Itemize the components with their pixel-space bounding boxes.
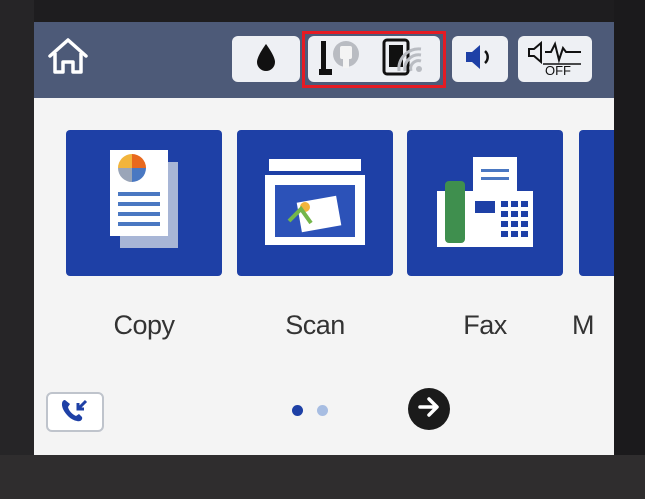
ink-drop-icon bbox=[255, 42, 277, 77]
fax-tile[interactable] bbox=[407, 130, 563, 276]
home-icon bbox=[46, 36, 90, 81]
ink-status-button[interactable] bbox=[232, 36, 300, 82]
mute-off-label: OFF bbox=[545, 63, 571, 76]
printer-lcd-screen: OFF Copy Scan Fax M bbox=[34, 22, 614, 455]
scan-tile[interactable] bbox=[237, 130, 393, 276]
home-button[interactable] bbox=[42, 34, 94, 82]
device-bezel-top bbox=[0, 0, 645, 22]
device-bezel-bottom bbox=[0, 455, 645, 499]
fax-icon bbox=[429, 151, 541, 256]
copy-icon bbox=[102, 146, 186, 261]
fax-sound-off-icon: OFF bbox=[525, 38, 585, 81]
more-tile[interactable] bbox=[579, 130, 614, 276]
more-label: M bbox=[572, 310, 595, 340]
sound-button[interactable] bbox=[452, 36, 508, 82]
next-page-button[interactable] bbox=[408, 388, 450, 430]
fax-log-icon bbox=[60, 397, 90, 428]
speaker-icon bbox=[463, 43, 497, 76]
scan-icon bbox=[259, 151, 371, 256]
scan-label: Scan bbox=[285, 310, 345, 340]
status-bar: OFF bbox=[34, 22, 614, 98]
page-dot-inactive bbox=[317, 405, 328, 416]
device-bezel-left bbox=[0, 0, 34, 499]
device-bezel-right bbox=[614, 0, 645, 499]
page-indicator bbox=[292, 405, 328, 416]
page-dot-active bbox=[292, 405, 303, 416]
network-highlight-box bbox=[302, 31, 446, 88]
copy-label: Copy bbox=[113, 310, 175, 340]
fax-label: Fax bbox=[463, 310, 507, 340]
fax-sound-setting-button[interactable]: OFF bbox=[518, 36, 592, 82]
copy-tile[interactable] bbox=[66, 130, 222, 276]
fax-log-button[interactable] bbox=[46, 392, 104, 432]
next-arrow-icon bbox=[416, 394, 442, 425]
